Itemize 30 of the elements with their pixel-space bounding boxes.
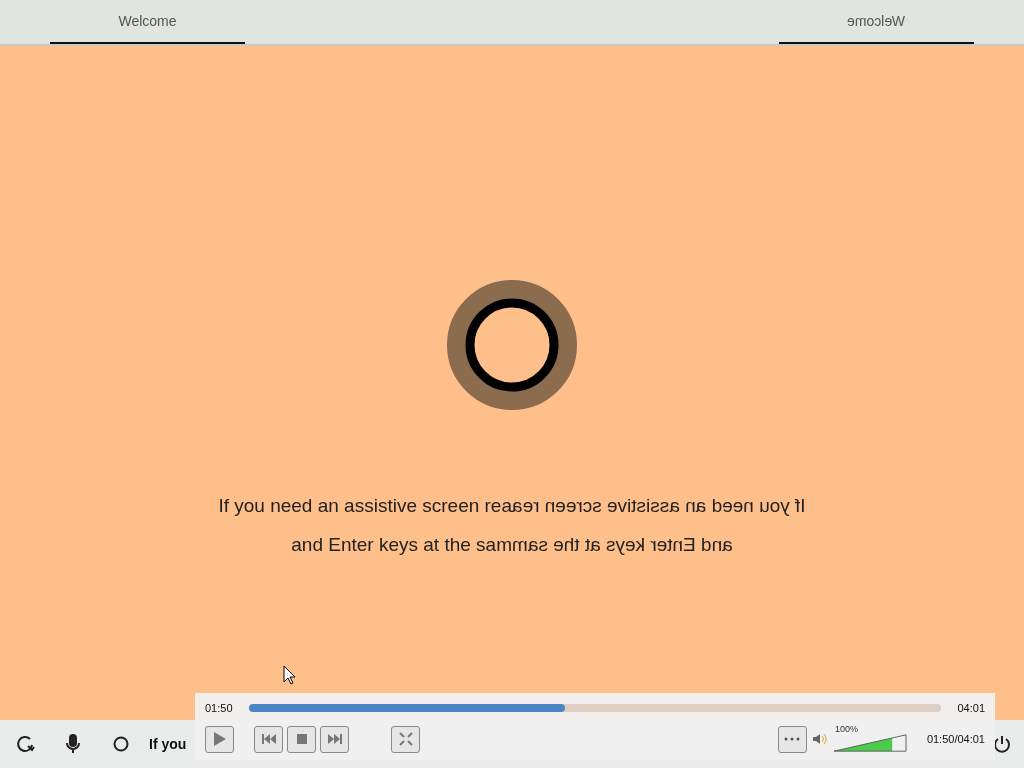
loading-spinner-icon bbox=[447, 280, 577, 410]
caption-text: and Enter keys at the sam bbox=[291, 532, 512, 557]
more-options-button[interactable] bbox=[777, 725, 807, 753]
caption-text: If you need an assistive screen rea bbox=[218, 494, 512, 518]
volume-percent: 100% bbox=[833, 724, 859, 734]
welcome-tab[interactable]: Welcome bbox=[50, 0, 245, 44]
fullscreen-exit-button[interactable] bbox=[391, 725, 420, 753]
play-icon bbox=[212, 731, 227, 747]
time-display: 01:50/04:01 bbox=[926, 731, 985, 747]
speaker-icon[interactable] bbox=[812, 733, 827, 745]
skip-forward-icon bbox=[327, 734, 342, 744]
mirrored-caption-text: If you need an assistive screen rea bbox=[512, 494, 806, 518]
mouse-cursor-icon bbox=[283, 665, 296, 685]
hint-text: If you bbox=[149, 734, 187, 754]
circle-icon[interactable] bbox=[113, 736, 129, 752]
power-icon[interactable] bbox=[992, 734, 1012, 754]
stop-icon bbox=[296, 734, 307, 744]
total-time: 04:01 bbox=[957, 700, 985, 716]
welcome-tab[interactable]: Welcome bbox=[779, 0, 974, 44]
current-time: 01:50 bbox=[205, 700, 233, 716]
mirrored-caption-text: and Enter keys at the sam bbox=[512, 532, 733, 557]
dots-icon bbox=[784, 737, 801, 741]
skip-back-icon bbox=[261, 734, 276, 744]
previous-button[interactable] bbox=[254, 725, 283, 753]
next-button[interactable] bbox=[320, 725, 349, 753]
play-button[interactable] bbox=[205, 725, 234, 753]
progress-track[interactable] bbox=[248, 704, 942, 712]
arrows-inward-icon bbox=[398, 732, 413, 746]
microphone-icon[interactable] bbox=[65, 734, 81, 754]
stop-button[interactable] bbox=[287, 725, 316, 753]
